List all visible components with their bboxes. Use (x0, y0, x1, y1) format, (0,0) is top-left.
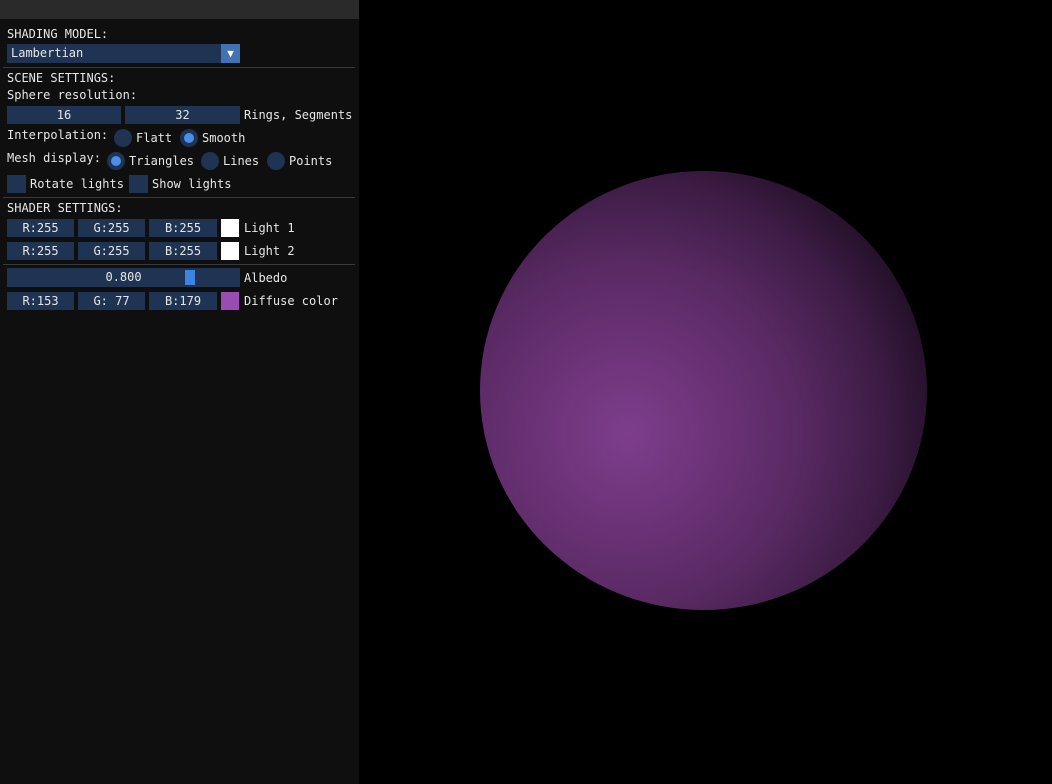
render-viewport[interactable] (359, 0, 1052, 784)
rotate-lights-checkbox[interactable] (7, 175, 26, 193)
show-lights-checkbox[interactable] (129, 175, 148, 193)
divider (3, 264, 355, 265)
rings-input[interactable]: 16 (7, 106, 121, 124)
albedo-value: 0.800 (105, 270, 142, 284)
segments-input[interactable]: 32 (125, 106, 240, 124)
radio-lines[interactable] (201, 152, 219, 170)
albedo-slider[interactable]: 0.800 (7, 268, 240, 287)
radio-flat[interactable] (114, 129, 132, 147)
show-lights-label: Show lights (152, 177, 232, 191)
settings-panel: SHADING MODEL: Lambertian ▼ SCENE SETTIN… (0, 0, 359, 784)
diffuse-g-input[interactable]: G: 77 (78, 292, 145, 310)
sphere-resolution-label: Sphere resolution: (7, 88, 138, 102)
diffuse-r-input[interactable]: R:153 (7, 292, 74, 310)
chevron-down-icon[interactable]: ▼ (221, 44, 240, 63)
sphere-rim-light (480, 171, 927, 610)
light2-r-input[interactable]: R:255 (7, 242, 74, 260)
shading-model-heading: SHADING MODEL: (7, 27, 109, 41)
panel-title-bar[interactable] (0, 0, 359, 19)
diffuse-b-input[interactable]: B:179 (149, 292, 217, 310)
divider (3, 197, 355, 198)
rotate-lights-label: Rotate lights (30, 177, 124, 191)
radio-points-label: Points (289, 154, 333, 168)
radio-triangles-label: Triangles (129, 154, 195, 168)
shader-settings-heading: SHADER SETTINGS: (7, 201, 123, 215)
shading-model-dropdown[interactable]: Lambertian ▼ (7, 44, 240, 63)
resolution-suffix-label: Rings, Segments (244, 108, 353, 122)
light2-color-swatch[interactable] (221, 242, 239, 260)
light2-b-input[interactable]: B:255 (149, 242, 217, 260)
divider (3, 67, 355, 68)
light1-b-input[interactable]: B:255 (149, 219, 217, 237)
shading-model-value: Lambertian (11, 46, 84, 60)
radio-triangles[interactable] (107, 152, 125, 170)
light1-r-input[interactable]: R:255 (7, 219, 74, 237)
light1-g-input[interactable]: G:255 (78, 219, 145, 237)
diffuse-color-swatch[interactable] (221, 292, 239, 310)
light1-color-swatch[interactable] (221, 219, 239, 237)
radio-points[interactable] (267, 152, 285, 170)
radio-smooth[interactable] (180, 129, 198, 147)
light2-g-input[interactable]: G:255 (78, 242, 145, 260)
light2-label: Light 2 (244, 244, 295, 258)
interpolation-label: Interpolation: (7, 128, 109, 142)
diffuse-color-label: Diffuse color (244, 294, 338, 308)
albedo-slider-handle[interactable] (185, 270, 195, 285)
scene-settings-heading: SCENE SETTINGS: (7, 71, 116, 85)
radio-smooth-label: Smooth (202, 131, 246, 145)
mesh-display-label: Mesh display: (7, 151, 101, 165)
albedo-label: Albedo (244, 271, 288, 285)
light1-label: Light 1 (244, 221, 295, 235)
radio-lines-label: Lines (223, 154, 260, 168)
radio-flat-label: Flatt (136, 131, 173, 145)
